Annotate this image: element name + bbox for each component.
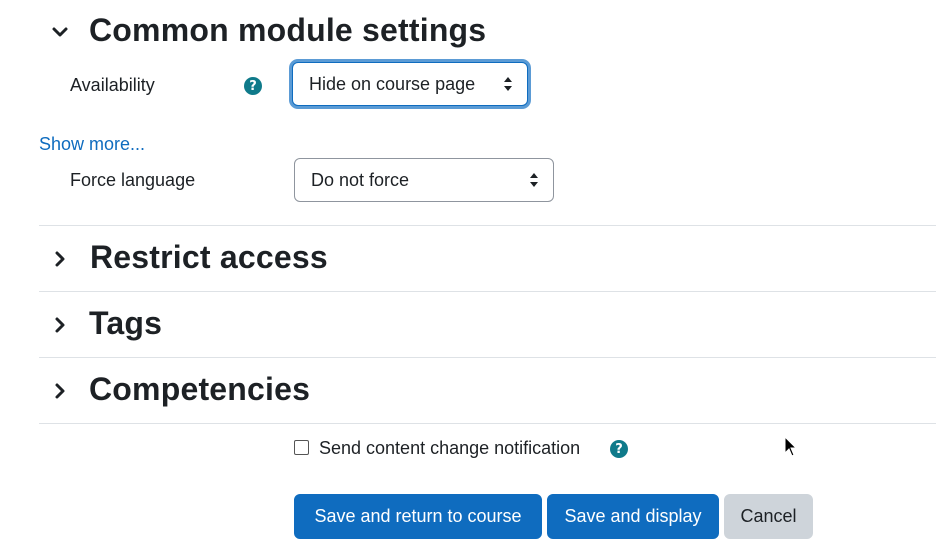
- chevron-right-icon[interactable]: [48, 247, 72, 271]
- chevron-right-icon[interactable]: [48, 313, 72, 337]
- force-language-select-value: Do not force: [311, 169, 410, 190]
- select-arrows-icon: [530, 173, 538, 187]
- availability-label: Availability: [70, 75, 155, 95]
- question-circle-icon[interactable]: ?: [244, 77, 262, 95]
- section-title-restrict-access[interactable]: Restrict access: [90, 239, 328, 276]
- cancel-button[interactable]: Cancel: [724, 494, 813, 539]
- force-language-select[interactable]: Do not force: [294, 158, 554, 202]
- question-circle-icon[interactable]: ?: [610, 440, 628, 458]
- availability-select-value: Hide on course page: [309, 73, 476, 94]
- section-title-tags[interactable]: Tags: [89, 305, 162, 342]
- section-divider: [39, 357, 936, 358]
- save-and-return-button[interactable]: Save and return to course: [294, 494, 542, 539]
- notification-label[interactable]: Send content change notification: [319, 438, 580, 459]
- mouse-cursor-icon: [784, 436, 798, 457]
- show-more-link[interactable]: Show more...: [39, 134, 145, 155]
- chevron-down-icon[interactable]: [48, 20, 72, 44]
- notification-checkbox[interactable]: [294, 440, 309, 455]
- section-divider: [39, 291, 936, 292]
- chevron-right-icon[interactable]: [48, 379, 72, 403]
- availability-select[interactable]: Hide on course page: [292, 62, 528, 106]
- save-and-display-button[interactable]: Save and display: [547, 494, 719, 539]
- force-language-label: Force language: [70, 170, 196, 190]
- section-title-common[interactable]: Common module settings: [89, 12, 486, 49]
- section-divider: [39, 423, 936, 424]
- section-title-competencies[interactable]: Competencies: [89, 371, 310, 408]
- select-arrows-icon: [504, 77, 512, 91]
- section-divider: [39, 225, 936, 226]
